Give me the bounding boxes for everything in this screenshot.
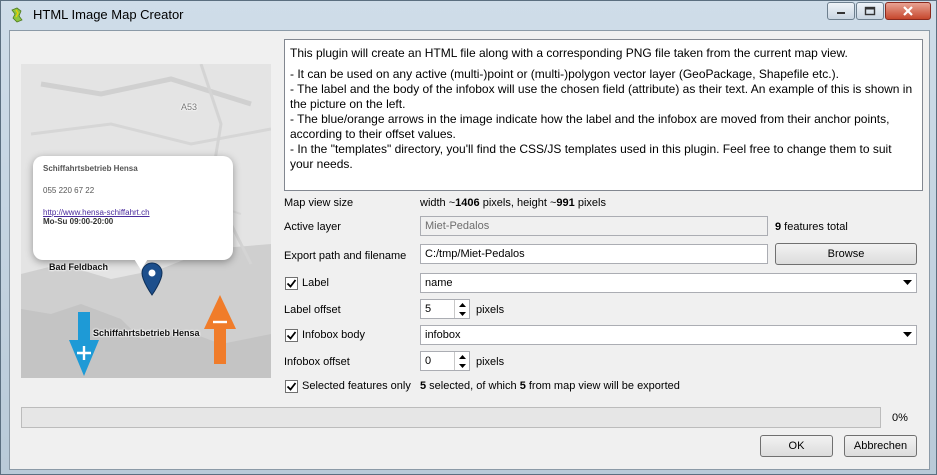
description-textbox: This plugin will create an HTML file alo…: [284, 39, 923, 191]
infobox-offset-spin-buttons[interactable]: [454, 352, 469, 370]
description-bullet-4: - In the "templates" directory, you'll f…: [290, 142, 892, 171]
blue-down-arrow-icon: [69, 312, 99, 376]
infobox-offset-value: 0: [425, 355, 432, 367]
map-view-size-label: Map view size: [284, 197, 354, 209]
cancel-button[interactable]: Abbrechen: [844, 435, 917, 457]
road-label: A53: [181, 102, 198, 112]
feature-count-suffix: features total: [781, 221, 848, 233]
progress-bar: [21, 407, 881, 428]
minimize-button[interactable]: [827, 2, 855, 20]
size-suffix: pixels: [574, 197, 606, 209]
spin-up-icon[interactable]: [455, 352, 469, 361]
label-field-value: name: [425, 277, 453, 289]
infobox-field-value: infobox: [425, 329, 461, 341]
selected-summary: 5 selected, of which 5 from map view wil…: [420, 380, 680, 392]
checkmark-icon: [286, 382, 297, 391]
export-path-input[interactable]: C:/tmp/Miet-Pedalos: [420, 244, 768, 264]
checkmark-icon: [286, 279, 297, 288]
infobox-offset-label: Infobox offset: [284, 356, 350, 368]
infobox-field-combobox[interactable]: infobox: [420, 325, 917, 345]
popup-title: Schiffahrtsbetrieb Hensa: [43, 164, 138, 173]
spin-up-icon[interactable]: [455, 300, 469, 309]
maximize-icon: [864, 6, 876, 16]
popup-link: http://www.hensa-schiffahrt.ch: [43, 208, 150, 217]
close-button[interactable]: [885, 2, 931, 20]
description-bullet-3: - The blue/orange arrows in the image in…: [290, 112, 890, 141]
close-icon: [903, 6, 913, 16]
example-preview-image: A53 Bad Feldbach Schiffahrtsbetrieb Hens…: [21, 64, 271, 378]
description-bullet-2: - The label and the body of the infobox …: [290, 82, 913, 111]
height-prefix: pixels, height ~: [479, 197, 557, 209]
label-checkbox[interactable]: [285, 277, 298, 290]
label-field-combobox[interactable]: name: [420, 273, 917, 293]
infobox-offset-unit: pixels: [476, 356, 505, 368]
active-layer-label: Active layer: [284, 221, 341, 233]
feature-count: 9 features total: [775, 221, 848, 233]
marker-label: Schiffahrtsbetrieb Hensa: [93, 328, 200, 338]
selected-suffix-text: from map view will be exported: [525, 380, 680, 392]
selected-only-label: Selected features only: [302, 380, 411, 392]
selected-only-checkbox[interactable]: [285, 380, 298, 393]
map-width: 1406: [455, 197, 480, 209]
infobox-checkbox-label: Infobox body: [302, 329, 365, 341]
description-bullet-1: - It can be used on any active (multi-)p…: [290, 67, 839, 81]
window-title: HTML Image Map Creator: [33, 7, 184, 22]
active-layer-field: Miet-Pedalos: [420, 216, 768, 236]
label-offset-label: Label offset: [284, 304, 341, 316]
popup-phone: 055 220 67 22: [43, 186, 95, 195]
label-offset-spinbox[interactable]: 5: [420, 299, 470, 319]
chevron-down-icon: [899, 274, 916, 292]
label-offset-value: 5: [425, 303, 432, 315]
dialog-window: HTML Image Map Creator A53 Bad Feldbach: [0, 0, 937, 475]
title-bar: HTML Image Map Creator: [1, 1, 936, 29]
label-offset-spin-buttons[interactable]: [454, 300, 469, 318]
ok-button[interactable]: OK: [760, 435, 833, 457]
dialog-body: A53 Bad Feldbach Schiffahrtsbetrieb Hens…: [9, 30, 930, 470]
infobox-checkbox[interactable]: [285, 329, 298, 342]
description-intro: This plugin will create an HTML file alo…: [290, 46, 848, 60]
width-prefix: width ~: [420, 197, 456, 209]
orange-up-arrow-icon: [204, 295, 236, 364]
label-offset-unit: pixels: [476, 304, 505, 316]
map-marker-icon: [141, 262, 163, 296]
progress-text: 0%: [892, 412, 908, 424]
spin-down-icon[interactable]: [455, 361, 469, 370]
chevron-down-icon: [899, 326, 916, 344]
label-checkbox-label: Label: [302, 277, 329, 289]
export-path-label: Export path and filename: [284, 250, 407, 262]
qgis-plugin-icon: [11, 7, 23, 23]
infobox-offset-spinbox[interactable]: 0: [420, 351, 470, 371]
checkmark-icon: [286, 331, 297, 340]
popup-hours: Mo-Su 09:00-20:00: [43, 217, 114, 226]
minimize-icon: [837, 12, 845, 14]
infobox-popup: Schiffahrtsbetrieb Hensa 055 220 67 22 h…: [33, 156, 233, 260]
map-view-size-value: width ~1406 pixels, height ~991 pixels: [420, 197, 606, 209]
place-label: Bad Feldbach: [49, 262, 109, 272]
browse-button[interactable]: Browse: [775, 243, 917, 265]
selected-middle-text: selected, of which: [426, 380, 520, 392]
spin-down-icon[interactable]: [455, 309, 469, 318]
maximize-button[interactable]: [856, 2, 884, 20]
map-height: 991: [556, 197, 575, 209]
